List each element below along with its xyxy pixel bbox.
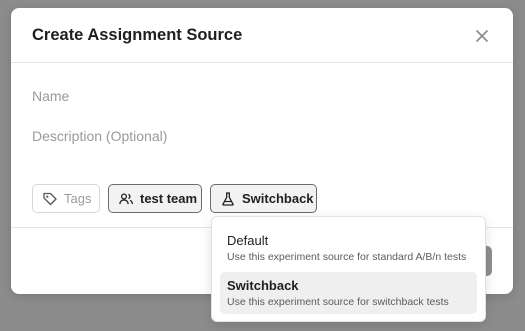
tag-icon (43, 192, 57, 205)
close-icon (476, 30, 488, 42)
tags-button[interactable]: Tags (32, 184, 100, 213)
source-type-button[interactable]: Switchback (210, 184, 317, 213)
source-type-dropdown: Default Use this experiment source for s… (211, 216, 486, 322)
tags-label: Tags (64, 191, 92, 206)
name-input[interactable]: Name (32, 88, 69, 104)
close-button[interactable] (471, 25, 493, 47)
option-title: Default (227, 233, 269, 248)
team-button[interactable]: test team (108, 184, 202, 213)
dropdown-option-default[interactable]: Default Use this experiment source for s… (220, 227, 477, 269)
users-icon (119, 192, 134, 204)
option-description: Use this experiment source for standard … (227, 251, 467, 263)
dropdown-option-switchback[interactable]: Switchback Use this experiment source fo… (220, 272, 477, 314)
source-type-label: Switchback (242, 191, 314, 206)
option-title: Switchback (227, 278, 299, 293)
option-description: Use this experiment source for switchbac… (227, 296, 449, 308)
flask-icon (222, 191, 234, 206)
dialog-title: Create Assignment Source (32, 26, 243, 44)
dialog-header: Create Assignment Source (11, 8, 513, 63)
description-input[interactable]: Description (Optional) (32, 128, 167, 144)
team-label: test team (140, 191, 198, 206)
